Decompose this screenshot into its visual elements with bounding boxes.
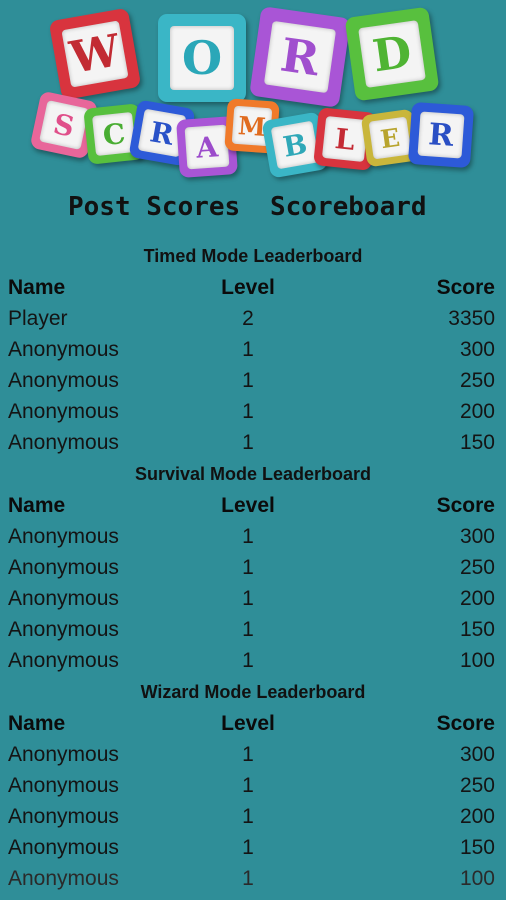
- table-row: Anonymous 1 100: [0, 863, 506, 894]
- column-header-name: Name: [8, 712, 66, 735]
- column-header-name: Name: [8, 276, 66, 299]
- logo-tile-w: W: [48, 7, 142, 101]
- table-row: Anonymous 1 200: [0, 396, 506, 427]
- player-score: 300: [459, 338, 495, 361]
- table-row: Anonymous 1 250: [0, 365, 506, 396]
- player-level: 1: [242, 556, 254, 579]
- player-score: 200: [459, 805, 495, 828]
- column-header-score: Score: [436, 276, 495, 299]
- table-row: Anonymous 1 200: [0, 583, 506, 614]
- logo-letter-d: D: [357, 19, 427, 89]
- leaderboard-survival: Survival Mode Leaderboard Name Level Sco…: [0, 458, 506, 676]
- leaderboard-title: Timed Mode Leaderboard: [143, 246, 363, 266]
- player-score: 150: [459, 618, 495, 641]
- player-score: 250: [459, 369, 495, 392]
- player-score: 150: [459, 836, 495, 859]
- logo-tile-r: R: [249, 6, 351, 108]
- word-scrambler-logo: W O R D S C R A M B L E R: [0, 0, 506, 190]
- logo-letter-a: A: [184, 124, 230, 170]
- player-name: Anonymous: [8, 587, 119, 610]
- player-name: Anonymous: [8, 431, 119, 454]
- table-header: Name Level Score: [0, 272, 506, 303]
- player-name: Anonymous: [8, 836, 119, 859]
- player-level: 1: [242, 867, 254, 890]
- player-name: Anonymous: [8, 805, 119, 828]
- player-score: 300: [459, 525, 495, 548]
- table-row: Anonymous 1 250: [0, 552, 506, 583]
- player-score: 200: [459, 400, 495, 423]
- player-score: 300: [459, 743, 495, 766]
- player-score: 250: [459, 774, 495, 797]
- table-header: Name Level Score: [0, 708, 506, 739]
- player-level: 1: [242, 369, 254, 392]
- player-name: Player: [8, 307, 68, 330]
- table-row: Anonymous 1 150: [0, 427, 506, 458]
- table-row: Anonymous 1 300: [0, 739, 506, 770]
- leaderboard-wizard: Wizard Mode Leaderboard Name Level Score…: [0, 676, 506, 894]
- player-level: 1: [242, 431, 254, 454]
- logo-letter-r3: R: [417, 111, 465, 159]
- player-level: 1: [242, 525, 254, 548]
- player-name: Anonymous: [8, 774, 119, 797]
- table-row: Anonymous 1 100: [0, 645, 506, 676]
- player-name: Anonymous: [8, 556, 119, 579]
- logo-tile-o: O: [158, 14, 246, 102]
- table-row: Player 2 3350: [0, 303, 506, 334]
- table-header: Name Level Score: [0, 490, 506, 521]
- leaderboard-timed: Timed Mode Leaderboard Name Level Score …: [0, 240, 506, 458]
- player-level: 1: [242, 743, 254, 766]
- player-score: 100: [459, 867, 495, 890]
- player-name: Anonymous: [8, 649, 119, 672]
- player-level: 1: [242, 587, 254, 610]
- logo-letter-s: S: [39, 100, 89, 150]
- post-scores-button[interactable]: Post Scores: [68, 192, 240, 222]
- column-header-level: Level: [221, 276, 275, 299]
- logo-letter-o: O: [170, 26, 234, 90]
- logo-letter-e: E: [368, 116, 412, 160]
- player-level: 1: [242, 774, 254, 797]
- player-score: 100: [459, 649, 495, 672]
- scoreboard-button[interactable]: Scoreboard: [270, 192, 427, 222]
- player-level: 2: [242, 307, 254, 330]
- leaderboard-title: Wizard Mode Leaderboard: [140, 682, 366, 702]
- table-row: Anonymous 1 300: [0, 521, 506, 552]
- player-name: Anonymous: [8, 743, 119, 766]
- column-header-name: Name: [8, 494, 66, 517]
- player-score: 3350: [448, 307, 495, 330]
- logo-tile-r3: R: [407, 101, 475, 169]
- player-name: Anonymous: [8, 618, 119, 641]
- leaderboard-title: Survival Mode Leaderboard: [134, 464, 372, 484]
- logo-letter-r: R: [263, 20, 337, 94]
- column-header-score: Score: [436, 712, 495, 735]
- column-header-score: Score: [436, 494, 495, 517]
- player-level: 1: [242, 400, 254, 423]
- leaderboards: Timed Mode Leaderboard Name Level Score …: [0, 240, 506, 894]
- logo-tile-d: D: [344, 6, 440, 102]
- player-name: Anonymous: [8, 525, 119, 548]
- player-level: 1: [242, 338, 254, 361]
- player-name: Anonymous: [8, 867, 119, 890]
- table-row: Anonymous 1 250: [0, 770, 506, 801]
- table-row: Anonymous 1 150: [0, 614, 506, 645]
- player-score: 150: [459, 431, 495, 454]
- table-row: Anonymous 1 300: [0, 334, 506, 365]
- player-score: 200: [459, 587, 495, 610]
- player-level: 1: [242, 805, 254, 828]
- player-name: Anonymous: [8, 400, 119, 423]
- table-row: Anonymous 1 150: [0, 832, 506, 863]
- player-level: 1: [242, 618, 254, 641]
- column-header-level: Level: [221, 494, 275, 517]
- table-row: Anonymous 1 200: [0, 801, 506, 832]
- logo-letter-w: W: [61, 20, 129, 88]
- player-level: 1: [242, 836, 254, 859]
- player-level: 1: [242, 649, 254, 672]
- column-header-level: Level: [221, 712, 275, 735]
- player-name: Anonymous: [8, 369, 119, 392]
- player-name: Anonymous: [8, 338, 119, 361]
- logo-letter-b: B: [270, 120, 320, 170]
- player-score: 250: [459, 556, 495, 579]
